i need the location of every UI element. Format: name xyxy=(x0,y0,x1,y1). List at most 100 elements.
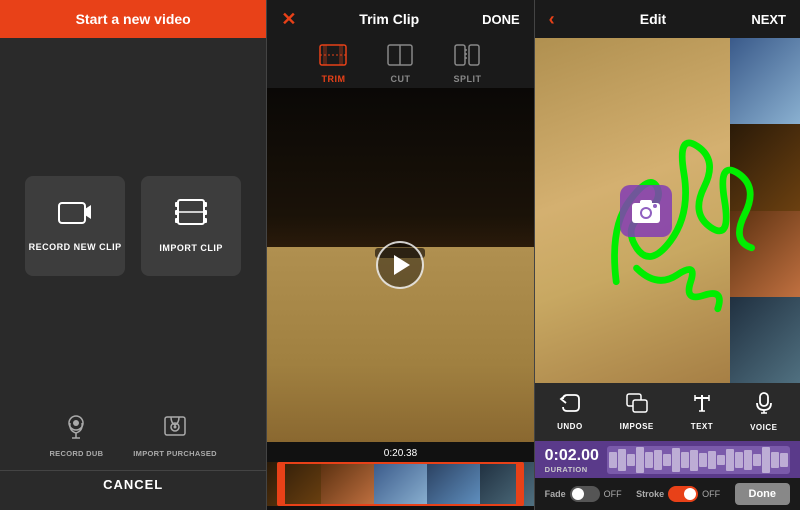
video-ceiling xyxy=(267,88,533,247)
undo-label: UNDO xyxy=(557,422,583,431)
waveform-bar xyxy=(744,450,752,470)
stroke-off-label: OFF xyxy=(702,489,720,499)
edit-done-button[interactable]: Done xyxy=(735,483,791,505)
voice-icon xyxy=(755,392,773,420)
timeline-area: 0:20.38 xyxy=(267,442,533,510)
waveform-bar xyxy=(753,454,761,465)
panel1-header: Start a new video xyxy=(0,0,266,38)
timestamp: 0:20.38 xyxy=(267,446,533,462)
waveform-bar xyxy=(627,454,635,465)
thumb-frame-3 xyxy=(730,211,800,297)
panel3-title: Edit xyxy=(640,11,666,27)
tab-split[interactable]: SPLIT xyxy=(433,44,501,84)
undo-tool[interactable]: UNDO xyxy=(557,393,583,431)
film-icon xyxy=(174,198,208,233)
duration-area: 0:02.00 DURATION xyxy=(535,441,800,478)
thumbnail-strip xyxy=(730,38,800,383)
waveform-bar xyxy=(735,452,743,467)
panel3-header: ‹ Edit NEXT xyxy=(535,0,800,38)
bottom-controls: Fade OFF Stroke OFF Done xyxy=(535,478,800,510)
fade-toggle-group: Fade OFF xyxy=(545,486,622,502)
impose-tool[interactable]: IMPOSE xyxy=(620,393,654,431)
close-button[interactable]: ✕ xyxy=(281,9,296,30)
record-dub-button[interactable]: RECORD DUB xyxy=(49,413,103,458)
filmstrip-frame-3 xyxy=(374,462,427,506)
waveform-bars xyxy=(607,446,790,474)
tab-cut[interactable]: CUT xyxy=(367,44,433,84)
duration-label: DURATION xyxy=(545,465,599,474)
trim-video-area xyxy=(267,88,533,442)
cancel-button[interactable]: CANCEL xyxy=(0,470,266,498)
trim-tab-label: TRIM xyxy=(321,74,345,84)
waveform-bar xyxy=(726,449,734,471)
thumb-frame-1 xyxy=(730,38,800,124)
waveform-bar xyxy=(690,450,698,471)
record-dub-label: RECORD DUB xyxy=(49,449,103,458)
waveform-bar xyxy=(771,452,779,469)
record-new-clip-label: RECORD NEW CLIP xyxy=(29,242,122,252)
panel2-header: ✕ Trim Clip DONE xyxy=(267,0,533,38)
text-label: TEXT xyxy=(691,422,713,431)
panel1-title: Start a new video xyxy=(76,11,191,27)
play-triangle-icon xyxy=(394,255,410,275)
cut-tab-label: CUT xyxy=(390,74,410,84)
panel1-bottom: RECORD DUB IMPORT PURCHASED CANCEL xyxy=(0,413,266,510)
import-purchased-label: IMPORT PURCHASED xyxy=(133,449,217,458)
filmstrip-frame-1 xyxy=(267,462,320,506)
filmstrip-frame-2 xyxy=(321,462,374,506)
thumb-frame-2 xyxy=(730,124,800,210)
bottom-actions-row: RECORD DUB IMPORT PURCHASED xyxy=(49,413,216,458)
tab-trim[interactable]: TRIM xyxy=(299,44,367,84)
stroke-toggle[interactable] xyxy=(668,486,698,502)
edit-toolbar: UNDO IMPOSE TEXT xyxy=(535,383,800,441)
waveform-bar xyxy=(636,447,644,472)
waveform-bar xyxy=(645,452,653,467)
next-button[interactable]: NEXT xyxy=(751,12,786,27)
waveform-bar xyxy=(762,447,770,474)
import-clip-button[interactable]: IMPORT CLIP xyxy=(141,176,241,276)
camera-icon xyxy=(58,199,92,232)
undo-icon xyxy=(559,393,581,419)
action-buttons-row: RECORD NEW CLIP IMPORT CLIP xyxy=(25,176,241,276)
filmstrip[interactable] xyxy=(267,462,533,506)
text-icon xyxy=(691,393,713,419)
voice-tool[interactable]: VOICE xyxy=(750,392,777,432)
waveform-bar xyxy=(618,449,626,471)
import-purchased-icon xyxy=(161,413,189,445)
panel1-main: RECORD NEW CLIP IMPORT CLIP xyxy=(25,38,241,413)
split-tab-label: SPLIT xyxy=(453,74,481,84)
panel-edit: ‹ Edit NEXT xyxy=(535,0,800,510)
done-button[interactable]: DONE xyxy=(482,12,520,27)
panel2-title: Trim Clip xyxy=(359,11,419,27)
trim-tabs: TRIM CUT SPLIT xyxy=(267,38,533,88)
waveform xyxy=(607,446,790,474)
filmstrip-frame-4 xyxy=(427,462,480,506)
cut-tab-icon xyxy=(387,44,413,72)
trim-tab-icon xyxy=(319,44,347,72)
trim-handle-left[interactable] xyxy=(277,462,285,506)
thumb-frame-4 xyxy=(730,297,800,383)
waveform-bar xyxy=(672,448,680,472)
photo-overlay-icon[interactable] xyxy=(620,185,672,237)
record-new-clip-button[interactable]: RECORD NEW CLIP xyxy=(25,176,125,276)
fade-label: Fade xyxy=(545,489,566,499)
back-button[interactable]: ‹ xyxy=(549,9,555,30)
voice-label: VOICE xyxy=(750,423,777,432)
duration-time: 0:02.00 xyxy=(545,447,599,465)
waveform-bar xyxy=(717,455,725,465)
duration-row: 0:02.00 DURATION xyxy=(545,446,790,474)
filmstrip-frame-5 xyxy=(480,462,533,506)
fade-toggle[interactable] xyxy=(570,486,600,502)
panel-start-video: Start a new video RECORD NEW CLIP xyxy=(0,0,266,510)
panel-trim-clip: ✕ Trim Clip DONE TRIM CUT xyxy=(267,0,533,510)
trim-handle-right[interactable] xyxy=(516,462,524,506)
import-purchased-button[interactable]: IMPORT PURCHASED xyxy=(133,413,217,458)
waveform-bar xyxy=(699,453,707,467)
waveform-bar xyxy=(663,454,671,467)
record-dub-icon xyxy=(62,413,90,445)
fade-toggle-knob xyxy=(572,488,584,500)
text-tool[interactable]: TEXT xyxy=(691,393,713,431)
stroke-label: Stroke xyxy=(636,489,664,499)
split-tab-icon xyxy=(454,44,480,72)
waveform-bar xyxy=(780,453,788,467)
